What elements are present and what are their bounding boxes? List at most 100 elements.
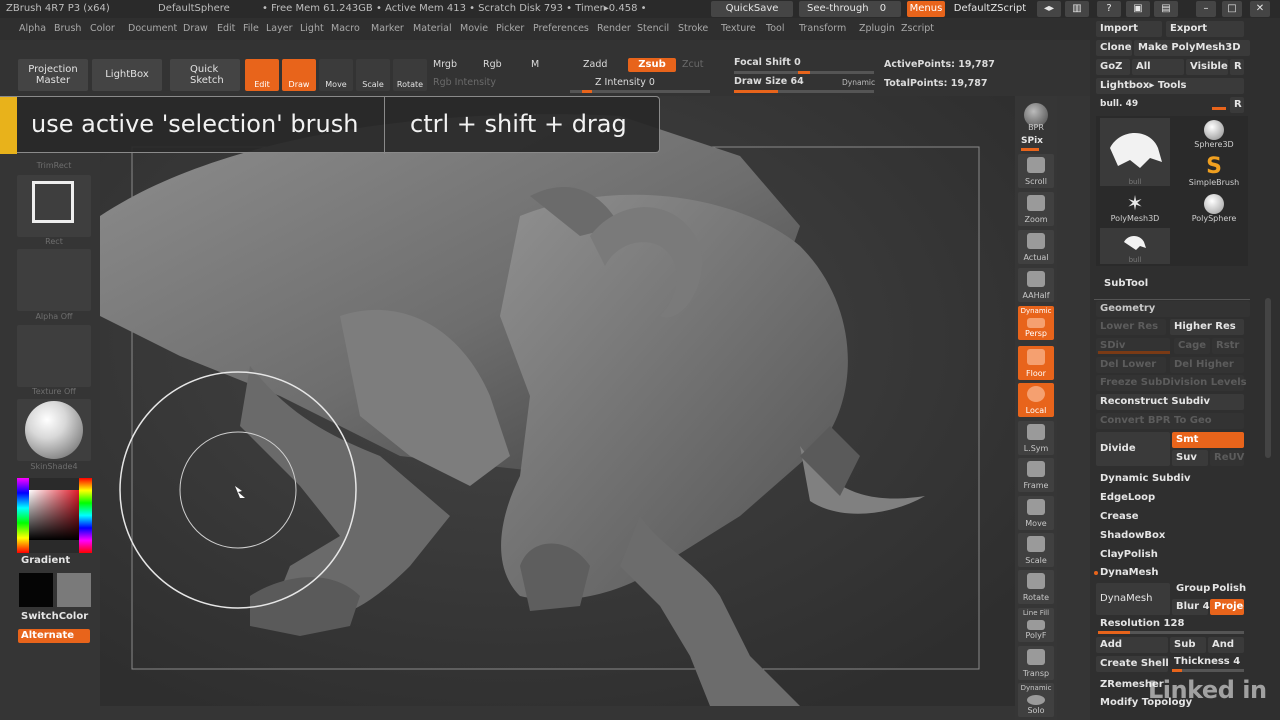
alternate-button[interactable]: Alternate [18, 629, 90, 643]
dynamesh-button[interactable]: DynaMesh [1096, 583, 1170, 615]
secondary-color-swatch[interactable] [57, 573, 91, 607]
menu-edit[interactable]: Edit [217, 18, 235, 40]
reconstruct-subdiv-button[interactable]: Reconstruct Subdiv [1096, 394, 1244, 410]
freeze-subdiv-button[interactable]: Freeze SubDivision Levels [1096, 375, 1247, 391]
menu-zscript[interactable]: Zscript [901, 18, 934, 40]
menu-texture[interactable]: Texture [721, 18, 756, 40]
actual-button[interactable]: Actual [1018, 230, 1054, 264]
menu-draw[interactable]: Draw [183, 18, 208, 40]
polyf-button[interactable]: Line Fill PolyF [1018, 608, 1054, 642]
menu-layer[interactable]: Layer [266, 18, 293, 40]
lower-res-button[interactable]: Lower Res [1096, 319, 1166, 335]
projection-master-button[interactable]: Projection Master [18, 59, 88, 91]
shadowbox-header[interactable]: ShadowBox [1096, 528, 1244, 544]
persp-button[interactable]: Dynamic Persp [1018, 306, 1054, 340]
zcut-button[interactable]: Zcut [682, 59, 703, 70]
scale-view-button[interactable]: Scale [1018, 533, 1054, 567]
lightbox-button[interactable]: LightBox [92, 59, 162, 91]
tool-r-button[interactable]: R [1230, 97, 1244, 113]
menu-tool[interactable]: Tool [766, 18, 784, 40]
dynamesh-header[interactable]: DynaMesh [1096, 565, 1244, 581]
suv-toggle[interactable]: Suv [1172, 450, 1208, 466]
draw-button[interactable]: Draw [282, 59, 316, 91]
quick-sketch-button[interactable]: Quick Sketch [170, 59, 240, 91]
menu-document[interactable]: Document [128, 18, 177, 40]
zoom-button[interactable]: Zoom [1018, 192, 1054, 226]
sub-button[interactable]: Sub [1170, 637, 1206, 653]
frame-button[interactable]: Frame [1018, 458, 1054, 492]
divide-button[interactable]: Divide [1096, 432, 1170, 466]
menu-file[interactable]: File [243, 18, 259, 40]
menu-preferences[interactable]: Preferences [533, 18, 589, 40]
and-button[interactable]: And [1208, 637, 1244, 653]
bpr-button[interactable]: BPR [1018, 100, 1054, 134]
menu-transform[interactable]: Transform [799, 18, 846, 40]
make-polymesh-button[interactable]: Make PolyMesh3D [1134, 40, 1250, 56]
menu-stroke[interactable]: Stroke [678, 18, 708, 40]
menu-marker[interactable]: Marker [371, 18, 404, 40]
crease-header[interactable]: Crease [1096, 509, 1244, 525]
subtool-header[interactable]: SubTool [1104, 278, 1148, 289]
gradient-label[interactable]: Gradient [21, 555, 70, 566]
smt-toggle[interactable]: Smt [1172, 432, 1244, 448]
quicksave-button[interactable]: QuickSave [711, 1, 793, 17]
floor-button[interactable]: Floor [1018, 346, 1054, 380]
menu-macro[interactable]: Macro [331, 18, 360, 40]
see-through-slider[interactable]: See-through 0 [799, 1, 901, 17]
polish-toggle[interactable]: Polish [1208, 581, 1248, 597]
minimize-icon[interactable]: – [1196, 1, 1216, 17]
rstr-button[interactable]: Rstr [1212, 338, 1244, 354]
move-view-button[interactable]: Move [1018, 496, 1054, 530]
import-button[interactable]: Import [1096, 21, 1162, 37]
tool-polysphere-thumb[interactable]: PolySphere [1182, 192, 1246, 226]
hue-strip-left[interactable] [17, 478, 29, 553]
del-lower-button[interactable]: Del Lower [1096, 357, 1166, 373]
m-button[interactable]: M [531, 59, 539, 70]
menu-light[interactable]: Light [300, 18, 324, 40]
cage-button[interactable]: Cage [1174, 338, 1210, 354]
spix-slider[interactable]: SPix [1021, 136, 1043, 146]
export-button[interactable]: Export [1166, 21, 1244, 37]
zadd-button[interactable]: Zadd [583, 59, 607, 70]
texture-thumb[interactable] [17, 325, 91, 387]
aahalf-button[interactable]: AAHalf [1018, 268, 1054, 302]
transp-button[interactable]: Transp [1018, 646, 1054, 680]
goz-button[interactable]: GoZ [1096, 59, 1130, 75]
lsym-button[interactable]: L.Sym [1018, 421, 1054, 455]
menu-movie[interactable]: Movie [460, 18, 488, 40]
maximize-icon[interactable]: □ [1222, 1, 1242, 17]
menu-alpha[interactable]: Alpha [19, 18, 46, 40]
convert-bpr-button[interactable]: Convert BPR To Geo [1096, 413, 1244, 429]
goz-visible-button[interactable]: Visible [1186, 59, 1228, 75]
scale-button[interactable]: Scale [356, 59, 390, 91]
tool-sphere3d-thumb[interactable]: Sphere3D [1182, 118, 1246, 152]
menus-button[interactable]: Menus [907, 1, 945, 17]
menu-material[interactable]: Material [413, 18, 452, 40]
geometry-header[interactable]: Geometry [1096, 301, 1250, 317]
dynamic-toggle[interactable]: Dynamic [842, 78, 875, 87]
current-tool-slider[interactable]: bull. 49 [1100, 99, 1138, 109]
higher-res-button[interactable]: Higher Res [1170, 319, 1244, 335]
rgb-button[interactable]: Rgb [483, 59, 502, 70]
edgeloop-header[interactable]: EdgeLoop [1096, 490, 1244, 506]
menu-brush[interactable]: Brush [54, 18, 81, 40]
menu-render[interactable]: Render [597, 18, 631, 40]
goz-r-button[interactable]: R [1230, 59, 1244, 75]
tool-simplebrush-thumb[interactable]: S SimpleBrush [1182, 156, 1246, 190]
goz-all-button[interactable]: All [1132, 59, 1184, 75]
lightbox-tools-button[interactable]: Lightbox▸ Tools [1096, 78, 1244, 94]
clone-button[interactable]: Clone [1096, 40, 1132, 56]
z-intensity-slider[interactable]: Z Intensity 0 [595, 77, 655, 88]
blur-slider[interactable]: Blur 4 [1172, 599, 1210, 615]
claypolish-header[interactable]: ClayPolish [1096, 547, 1244, 563]
del-higher-button[interactable]: Del Higher [1170, 357, 1244, 373]
material-thumb[interactable] [17, 399, 91, 461]
palette-scrollbar[interactable] [1265, 298, 1271, 458]
menu-picker[interactable]: Picker [496, 18, 524, 40]
thickness-slider[interactable]: Thickness 4 [1170, 654, 1248, 670]
main-color-swatch[interactable] [19, 573, 53, 607]
rotate-button[interactable]: Rotate [393, 59, 427, 91]
tool-polymesh3d-thumb[interactable]: ✶ PolyMesh3D [1100, 192, 1170, 226]
solo-button[interactable]: Dynamic Solo [1018, 683, 1054, 717]
grid-icon[interactable]: ▥ [1065, 1, 1089, 17]
